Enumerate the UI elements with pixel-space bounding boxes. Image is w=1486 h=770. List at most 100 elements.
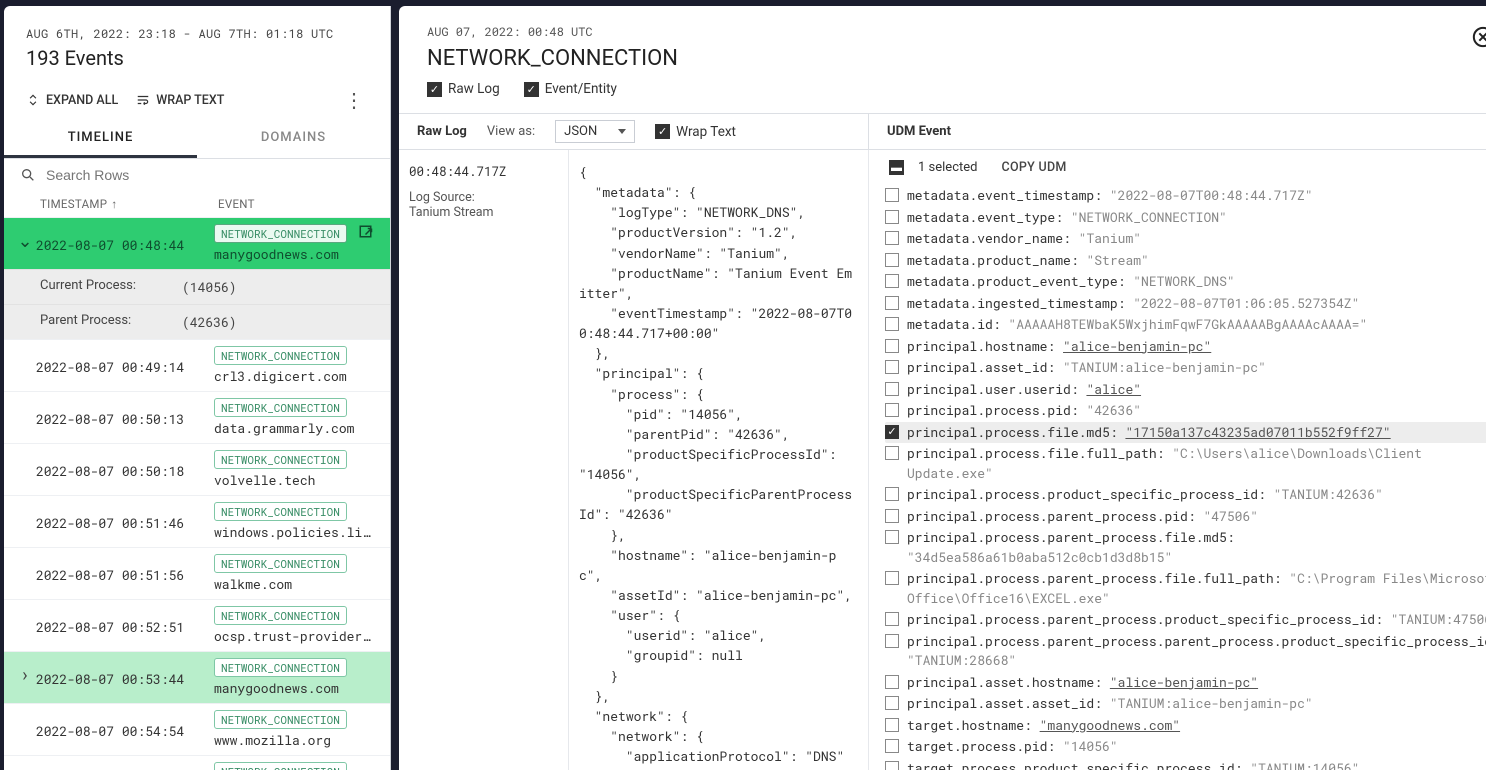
- udm-field-row[interactable]: principal.process.parent_process.pid: "4…: [885, 506, 1486, 528]
- udm-checkbox[interactable]: [885, 761, 899, 770]
- event-row[interactable]: ⌄2022-08-07 00:48:44NETWORK_CONNECTIONma…: [4, 217, 390, 269]
- udm-key: principal.hostname:: [907, 337, 1063, 355]
- udm-checkbox[interactable]: [885, 403, 899, 417]
- row-timestamp: 2022-08-07 00:53:44: [36, 658, 214, 688]
- udm-value: "14056": [1063, 737, 1118, 755]
- udm-value: "34d5ea586a61b0aba512c0cb1d3d8b15": [907, 548, 1172, 566]
- udm-field-row[interactable]: principal.process.product_specific_proce…: [885, 484, 1486, 506]
- udm-value[interactable]: "17150a137c43235ad07011b552f9ff27": [1125, 423, 1390, 441]
- udm-checkbox[interactable]: [885, 487, 899, 501]
- udm-key: principal.process.parent_process.file.fu…: [907, 569, 1289, 587]
- row-timestamp: 2022-08-07 00:52:51: [36, 606, 214, 636]
- event-desc: volvelle.tech: [214, 471, 376, 489]
- udm-field-row[interactable]: principal.process.file.full_path: "C:\Us…: [885, 443, 1486, 484]
- udm-checkbox[interactable]: [885, 296, 899, 310]
- udm-checkbox[interactable]: [885, 571, 899, 585]
- udm-key: principal.process.pid:: [907, 401, 1086, 419]
- udm-checkbox[interactable]: [885, 739, 899, 753]
- udm-field-row[interactable]: principal.process.parent_process.parent_…: [885, 631, 1486, 672]
- event-row[interactable]: 2022-08-07 00:50:18NETWORK_CONNECTIONvol…: [4, 443, 390, 495]
- udm-checkbox[interactable]: [885, 446, 899, 460]
- copy-udm-button[interactable]: COPY UDM: [1001, 160, 1066, 175]
- udm-checkbox[interactable]: [885, 718, 899, 732]
- wraptext-toggle[interactable]: ✓Wrap Text: [655, 124, 736, 140]
- udm-field-row[interactable]: metadata.id: "AAAAAH8TEWbaK5WxjhimFqwF7G…: [885, 314, 1486, 336]
- udm-checkbox[interactable]: [885, 530, 899, 544]
- udm-checkbox[interactable]: [885, 274, 899, 288]
- event-row[interactable]: 2022-08-07 00:49:14NETWORK_CONNECTIONcrl…: [4, 339, 390, 391]
- close-button[interactable]: [1472, 26, 1486, 52]
- wrap-text-button[interactable]: WRAP TEXT: [136, 93, 224, 108]
- udm-field-row[interactable]: ✓principal.process.file.md5: "17150a137c…: [885, 422, 1486, 444]
- udm-checkbox[interactable]: [885, 253, 899, 267]
- udm-field-row[interactable]: principal.hostname: "alice-benjamin-pc": [885, 336, 1486, 358]
- udm-checkbox[interactable]: ✓: [885, 425, 899, 439]
- event-row[interactable]: ›2022-08-07 00:53:44NETWORK_CONNECTIONma…: [4, 651, 390, 703]
- udm-list[interactable]: metadata.event_timestamp: "2022-08-07T00…: [869, 185, 1486, 770]
- udm-field-row[interactable]: metadata.product_event_type: "NETWORK_DN…: [885, 271, 1486, 293]
- udm-field-row[interactable]: target.hostname: "manygoodnews.com": [885, 715, 1486, 737]
- event-row[interactable]: 2022-08-07 00:55:00NETWORK_CONNECTIONmat…: [4, 755, 390, 770]
- udm-field-row[interactable]: metadata.event_timestamp: "2022-08-07T00…: [885, 185, 1486, 207]
- udm-field-row[interactable]: metadata.vendor_name: "Tanium": [885, 228, 1486, 250]
- udm-checkbox[interactable]: [885, 696, 899, 710]
- timestamp-header[interactable]: TIMESTAMP ↑: [40, 197, 218, 211]
- open-detail-icon[interactable]: [358, 224, 376, 246]
- rawlog-json[interactable]: { "metadata": { "logType": "NETWORK_DNS"…: [569, 150, 869, 770]
- udm-field-row[interactable]: metadata.product_name: "Stream": [885, 250, 1486, 272]
- udm-field-row[interactable]: target.process.product_specific_process_…: [885, 758, 1486, 770]
- udm-field-row[interactable]: target.process.pid: "14056": [885, 736, 1486, 758]
- udm-value: "TANIUM:42636": [1274, 485, 1383, 503]
- evententity-toggle[interactable]: ✓Event/Entity: [524, 81, 617, 97]
- more-menu-button[interactable]: ⋮: [344, 90, 368, 110]
- udm-field-row[interactable]: principal.asset.hostname: "alice-benjami…: [885, 672, 1486, 694]
- event-type-tag: NETWORK_CONNECTION: [214, 762, 347, 770]
- tab-domains[interactable]: DOMAINS: [197, 120, 390, 158]
- chevron-icon: ⌄: [14, 224, 36, 256]
- udm-value[interactable]: "manygoodnews.com": [1040, 716, 1180, 734]
- udm-value[interactable]: "alice": [1086, 380, 1141, 398]
- udm-field-row[interactable]: principal.process.parent_process.file.fu…: [885, 568, 1486, 609]
- udm-checkbox[interactable]: [885, 360, 899, 374]
- select-some-checkbox[interactable]: ▬: [889, 160, 904, 175]
- udm-field-row[interactable]: principal.user.userid: "alice": [885, 379, 1486, 401]
- chevron-icon: [14, 502, 36, 506]
- udm-field-row[interactable]: principal.asset_id: "TANIUM:alice-benjam…: [885, 357, 1486, 379]
- udm-checkbox[interactable]: [885, 210, 899, 224]
- event-type-tag: NETWORK_CONNECTION: [214, 502, 347, 521]
- close-icon: [1472, 26, 1486, 48]
- event-row[interactable]: 2022-08-07 00:50:13NETWORK_CONNECTIONdat…: [4, 391, 390, 443]
- expand-all-button[interactable]: EXPAND ALL: [26, 93, 118, 108]
- udm-field-row[interactable]: principal.process.parent_process.file.md…: [885, 527, 1486, 568]
- chevron-icon: [14, 398, 36, 402]
- event-row[interactable]: 2022-08-07 00:51:56NETWORK_CONNECTIONwal…: [4, 547, 390, 599]
- detail-panel: AUG 07, 2022: 00:48 UTC NETWORK_CONNECTI…: [399, 6, 1486, 770]
- event-row[interactable]: 2022-08-07 00:54:54NETWORK_CONNECTIONwww…: [4, 703, 390, 755]
- udm-checkbox[interactable]: [885, 612, 899, 626]
- rawlog-toggle[interactable]: ✓Raw Log: [427, 81, 500, 97]
- udm-checkbox[interactable]: [885, 231, 899, 245]
- udm-field-row[interactable]: metadata.ingested_timestamp: "2022-08-07…: [885, 293, 1486, 315]
- udm-checkbox[interactable]: [885, 509, 899, 523]
- udm-field-row[interactable]: principal.process.parent_process.product…: [885, 609, 1486, 631]
- udm-field-row[interactable]: principal.asset.asset_id: "TANIUM:alice-…: [885, 693, 1486, 715]
- udm-checkbox[interactable]: [885, 382, 899, 396]
- udm-checkbox[interactable]: [885, 675, 899, 689]
- tab-timeline[interactable]: TIMELINE: [4, 120, 197, 158]
- udm-value: "TANIUM:28668": [907, 651, 1016, 669]
- udm-value[interactable]: "alice-benjamin-pc": [1063, 337, 1211, 355]
- udm-checkbox[interactable]: [885, 634, 899, 648]
- udm-checkbox[interactable]: [885, 188, 899, 202]
- udm-checkbox[interactable]: [885, 317, 899, 331]
- event-row[interactable]: 2022-08-07 00:51:46NETWORK_CONNECTIONwin…: [4, 495, 390, 547]
- udm-value[interactable]: "alice-benjamin-pc": [1110, 673, 1258, 691]
- udm-field-row[interactable]: metadata.event_type: "NETWORK_CONNECTION…: [885, 207, 1486, 229]
- udm-field-row[interactable]: principal.process.pid: "42636": [885, 400, 1486, 422]
- event-rows[interactable]: ⌄2022-08-07 00:48:44NETWORK_CONNECTIONma…: [4, 217, 390, 770]
- event-row[interactable]: 2022-08-07 00:52:51NETWORK_CONNECTIONocs…: [4, 599, 390, 651]
- sort-asc-icon: ↑: [111, 197, 117, 211]
- search-input[interactable]: [46, 167, 374, 183]
- viewas-select[interactable]: JSON: [555, 120, 635, 143]
- selected-count: 1 selected: [918, 160, 977, 175]
- udm-checkbox[interactable]: [885, 339, 899, 353]
